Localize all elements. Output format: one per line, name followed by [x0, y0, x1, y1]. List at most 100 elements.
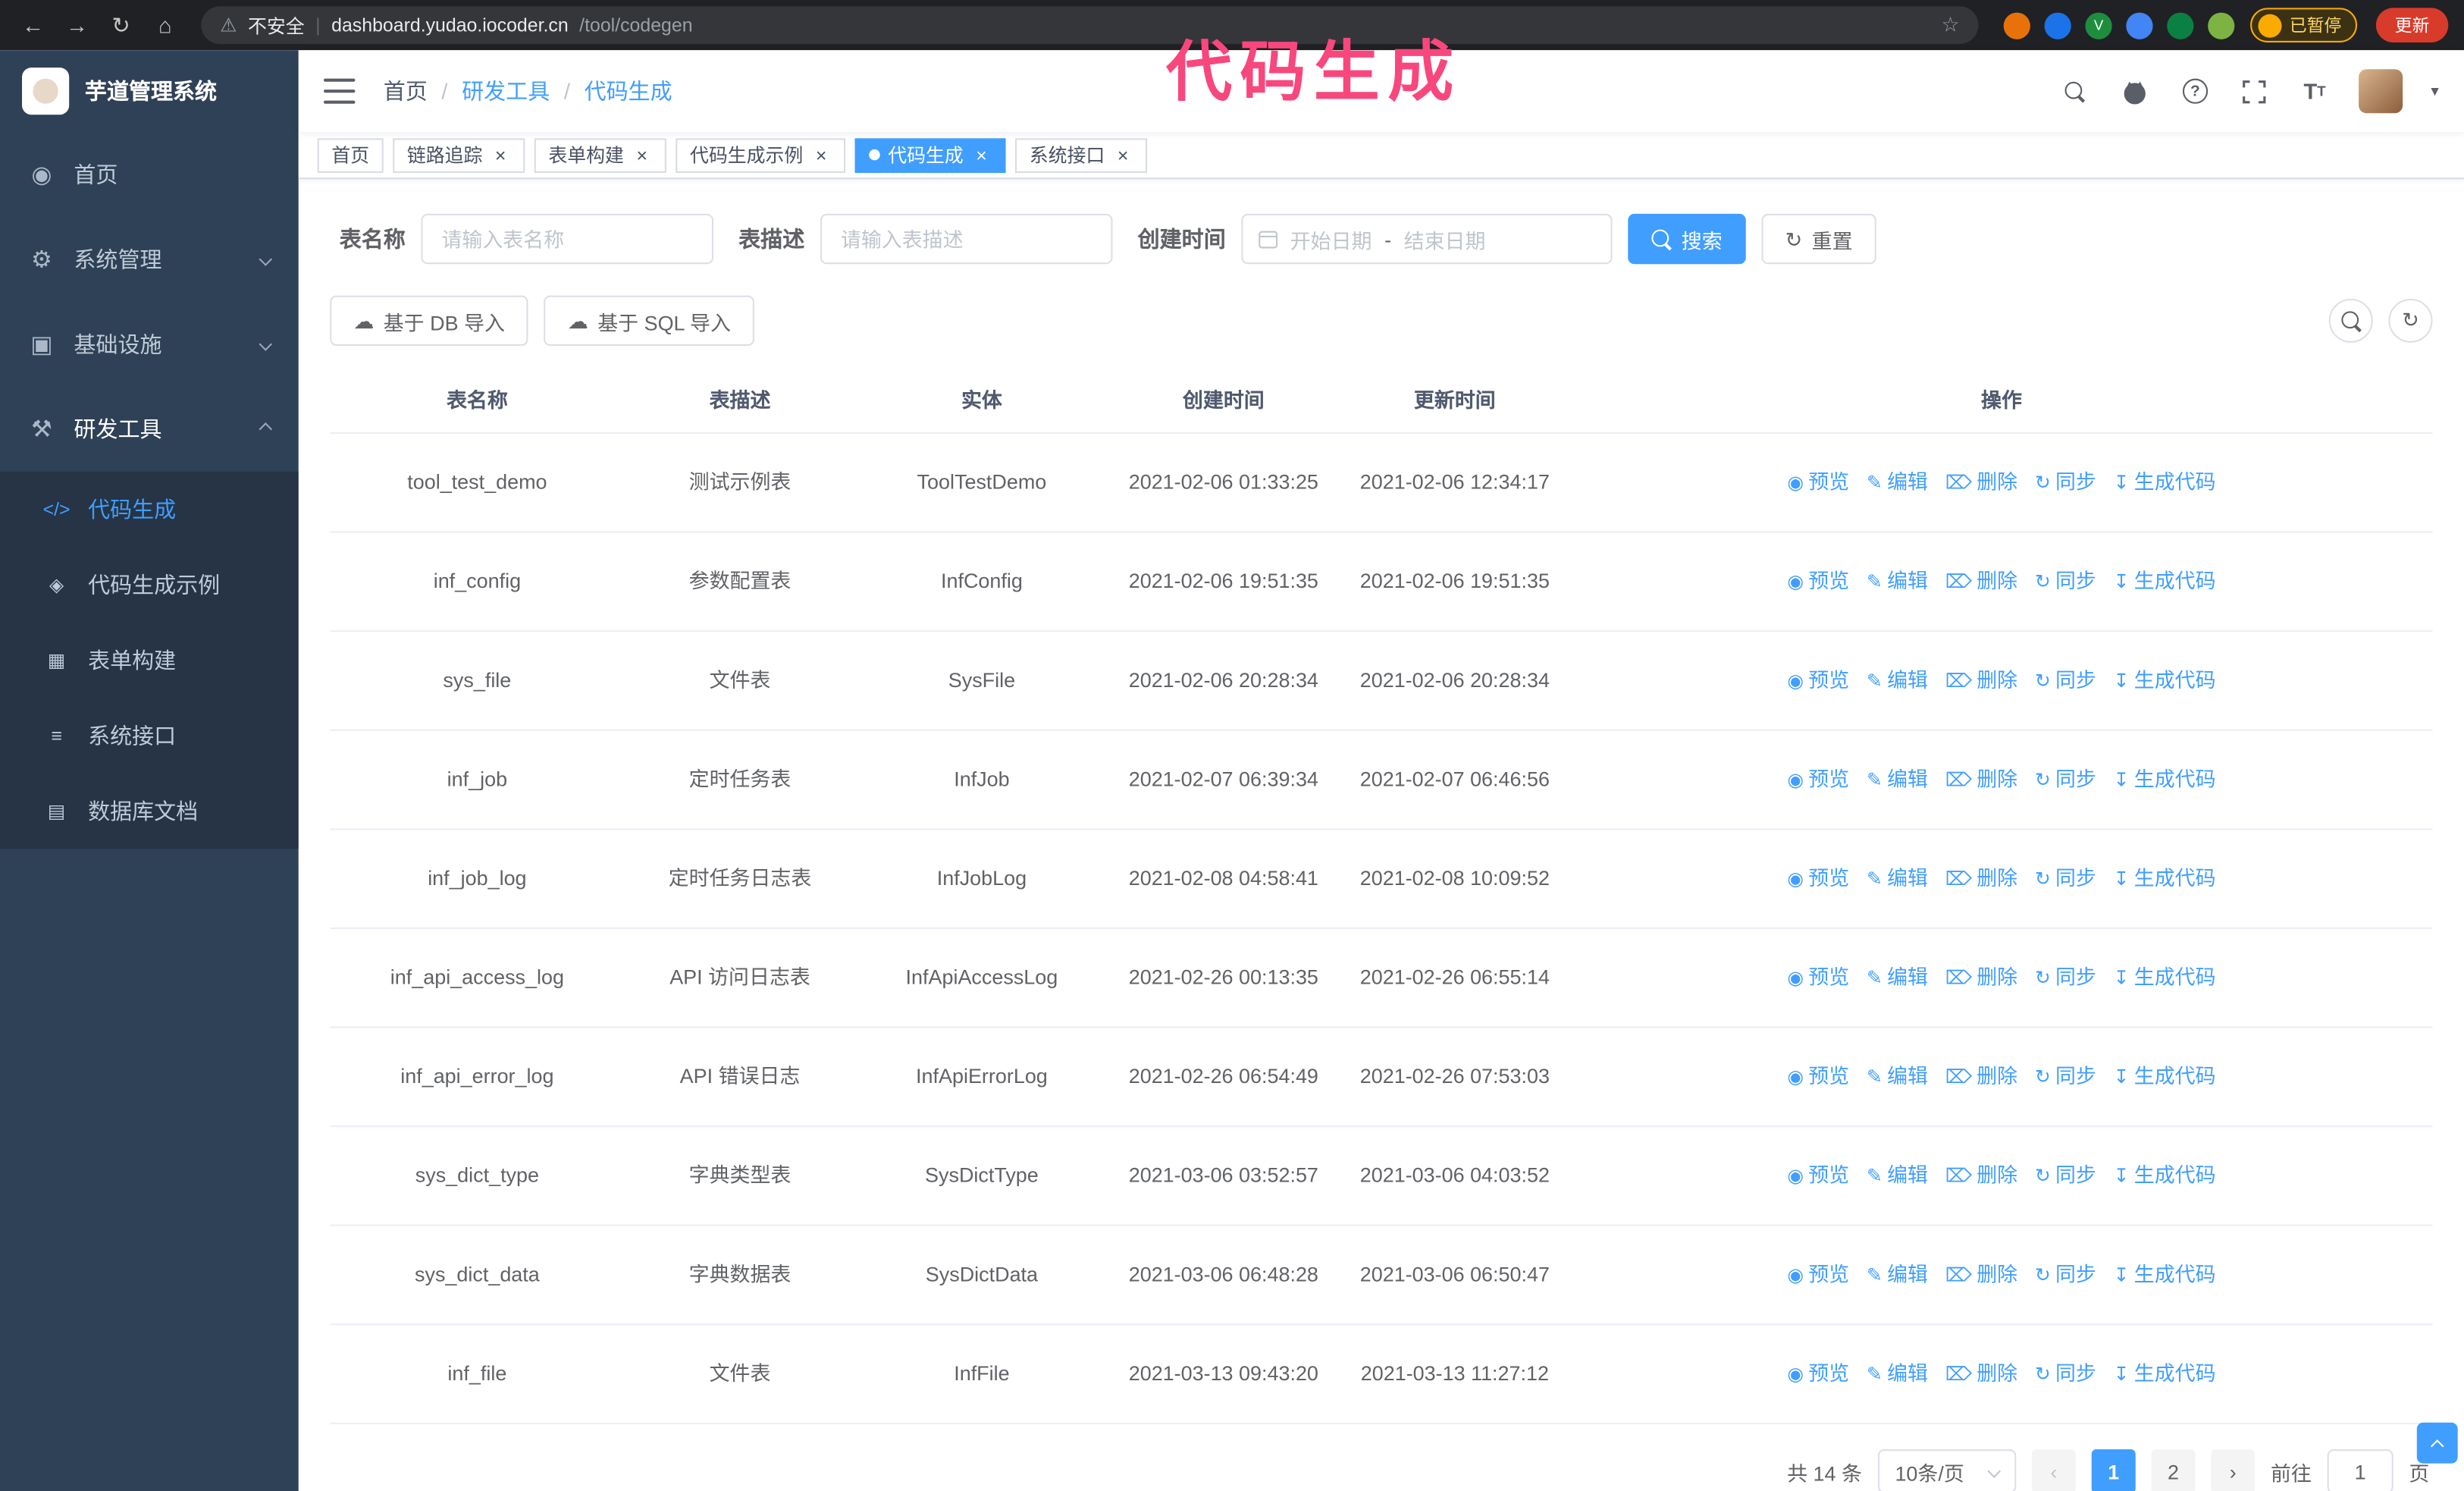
page-size-select[interactable]: 10条/页	[1877, 1449, 2017, 1491]
download-link[interactable]: ↧ 生成代码	[2114, 862, 2216, 896]
github-icon[interactable]	[2120, 75, 2151, 106]
sync-link[interactable]: ↻ 同步	[2035, 960, 2096, 995]
eye-link[interactable]: ◉ 预览	[1787, 762, 1849, 797]
download-link[interactable]: ↧ 生成代码	[2114, 564, 2216, 599]
tab-codegen[interactable]: 代码生成	[854, 137, 1006, 172]
prev-page-button[interactable]: ‹	[2031, 1449, 2076, 1491]
delete-link[interactable]: ⌦ 删除	[1945, 1059, 2017, 1094]
sync-link[interactable]: ↻ 同步	[2035, 862, 2096, 896]
hamburger-icon[interactable]	[323, 78, 356, 104]
close-icon[interactable]	[811, 145, 832, 165]
sync-link[interactable]: ↻ 同步	[2035, 564, 2096, 599]
delete-link[interactable]: ⌦ 删除	[1945, 762, 2017, 797]
sync-link[interactable]: ↻ 同步	[2035, 1059, 2096, 1094]
user-avatar[interactable]	[2359, 69, 2403, 114]
edit-link[interactable]: ✎ 编辑	[1867, 1357, 1928, 1392]
edit-link[interactable]: ✎ 编辑	[1867, 1257, 1928, 1292]
download-link[interactable]: ↧ 生成代码	[2114, 960, 2216, 995]
sync-link[interactable]: ↻ 同步	[2035, 664, 2096, 698]
back-to-top-button[interactable]	[2416, 1422, 2458, 1464]
eye-link[interactable]: ◉ 预览	[1787, 564, 1849, 599]
close-icon[interactable]	[1113, 145, 1133, 165]
breadcrumb-item[interactable]: 研发工具	[462, 75, 550, 106]
sidebar-item-dev-tools[interactable]: ⚒ 研发工具	[0, 387, 299, 472]
reload-icon[interactable]: ↻	[104, 8, 139, 42]
eye-link[interactable]: ◉ 预览	[1787, 1059, 1849, 1094]
page-button-2[interactable]: 2	[2151, 1449, 2196, 1491]
help-icon[interactable]: ?	[2180, 75, 2211, 106]
search-icon[interactable]	[2060, 75, 2091, 106]
search-button[interactable]: 搜索	[1628, 213, 1746, 265]
delete-link[interactable]: ⌦ 删除	[1945, 664, 2017, 698]
eye-link[interactable]: ◉ 预览	[1787, 465, 1849, 500]
tab-codegen-example[interactable]: 代码生成示例	[676, 137, 846, 172]
delete-link[interactable]: ⌦ 删除	[1945, 862, 2017, 896]
edit-link[interactable]: ✎ 编辑	[1867, 1059, 1928, 1094]
address-bar[interactable]: ⚠ 不安全 | dashboard.yudao.iocoder.cn/tool/…	[201, 6, 1979, 45]
app-logo[interactable]: 芋道管理系统	[0, 50, 299, 132]
reset-button[interactable]: ↻ 重置	[1761, 213, 1876, 265]
refresh-table-button[interactable]: ↻	[2388, 298, 2433, 343]
eye-link[interactable]: ◉ 预览	[1787, 1257, 1849, 1292]
eye-link[interactable]: ◉ 预览	[1787, 862, 1849, 896]
extension-icon-5[interactable]	[2167, 11, 2194, 39]
eye-link[interactable]: ◉ 预览	[1787, 960, 1849, 995]
bookmark-star-icon[interactable]: ☆	[1941, 13, 1959, 38]
next-page-button[interactable]: ›	[2211, 1449, 2256, 1491]
eye-link[interactable]: ◉ 预览	[1787, 1158, 1849, 1193]
sidebar-item-codegen[interactable]: </> 代码生成	[0, 472, 299, 547]
download-link[interactable]: ↧ 生成代码	[2114, 1257, 2216, 1292]
sidebar-item-system[interactable]: ⚙ 系统管理	[0, 217, 299, 302]
download-link[interactable]: ↧ 生成代码	[2114, 465, 2216, 500]
toggle-search-button[interactable]	[2328, 298, 2373, 343]
font-size-icon[interactable]: TT	[2299, 75, 2330, 106]
close-icon[interactable]	[491, 145, 511, 165]
sync-link[interactable]: ↻ 同步	[2035, 1357, 2096, 1392]
delete-link[interactable]: ⌦ 删除	[1945, 465, 2017, 500]
table-desc-input[interactable]	[820, 213, 1113, 265]
back-icon[interactable]: ←	[16, 8, 51, 42]
close-icon[interactable]	[632, 145, 652, 165]
sidebar-item-form-builder[interactable]: ▦ 表单构建	[0, 623, 299, 698]
sync-link[interactable]: ↻ 同步	[2035, 1257, 2096, 1292]
delete-link[interactable]: ⌦ 删除	[1945, 1357, 2017, 1392]
extension-icon-4[interactable]	[2126, 11, 2153, 39]
home-icon[interactable]: ⌂	[148, 8, 183, 42]
sync-link[interactable]: ↻ 同步	[2035, 762, 2096, 797]
edit-link[interactable]: ✎ 编辑	[1867, 960, 1928, 995]
edit-link[interactable]: ✎ 编辑	[1867, 762, 1928, 797]
page-button-1[interactable]: 1	[2091, 1449, 2136, 1491]
download-link[interactable]: ↧ 生成代码	[2114, 664, 2216, 698]
eye-link[interactable]: ◉ 预览	[1787, 664, 1849, 698]
goto-page-input[interactable]	[2327, 1449, 2393, 1491]
sync-link[interactable]: ↻ 同步	[2035, 1158, 2096, 1193]
forward-icon[interactable]: →	[60, 8, 95, 42]
download-link[interactable]: ↧ 生成代码	[2114, 1357, 2216, 1392]
sidebar-item-db-doc[interactable]: ▤ 数据库文档	[0, 774, 299, 849]
table-name-input[interactable]	[421, 213, 714, 265]
delete-link[interactable]: ⌦ 删除	[1945, 1257, 2017, 1292]
tab-tracing[interactable]: 链路追踪	[393, 137, 525, 172]
download-link[interactable]: ↧ 生成代码	[2114, 1059, 2216, 1094]
download-link[interactable]: ↧ 生成代码	[2114, 762, 2216, 797]
tab-api[interactable]: 系统接口	[1015, 137, 1148, 172]
delete-link[interactable]: ⌦ 删除	[1945, 1158, 2017, 1193]
download-link[interactable]: ↧ 生成代码	[2114, 1158, 2216, 1193]
delete-link[interactable]: ⌦ 删除	[1945, 564, 2017, 599]
import-db-button[interactable]: ☁ 基于 DB 导入	[330, 295, 529, 346]
close-icon[interactable]	[971, 145, 992, 165]
extension-icon-6[interactable]	[2208, 11, 2235, 39]
sync-link[interactable]: ↻ 同步	[2035, 465, 2096, 500]
sidebar-item-api[interactable]: ≡ 系统接口	[0, 698, 299, 773]
extension-icon-2[interactable]	[2044, 11, 2071, 39]
sidebar-item-home[interactable]: ◉ 首页	[0, 132, 299, 217]
extension-icon-1[interactable]	[2003, 11, 2030, 39]
import-sql-button[interactable]: ☁ 基于 SQL 导入	[544, 295, 755, 346]
edit-link[interactable]: ✎ 编辑	[1867, 664, 1928, 698]
breadcrumb-item[interactable]: 首页	[384, 75, 428, 106]
tab-home[interactable]: 首页	[317, 137, 384, 172]
eye-link[interactable]: ◉ 预览	[1787, 1357, 1849, 1392]
tab-form-builder[interactable]: 表单构建	[534, 137, 666, 172]
extension-icon-3[interactable]: V	[2085, 11, 2112, 39]
profile-paused-badge[interactable]: 已暂停	[2250, 8, 2358, 42]
